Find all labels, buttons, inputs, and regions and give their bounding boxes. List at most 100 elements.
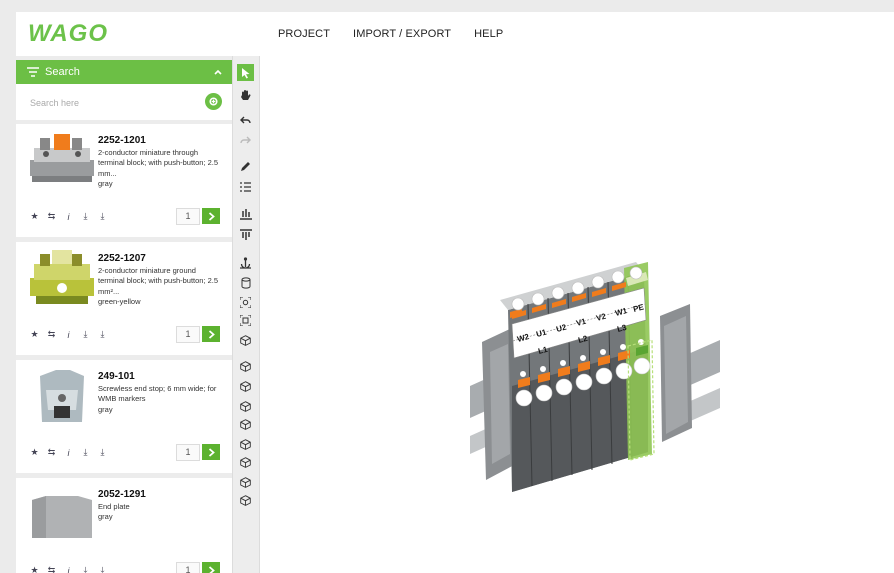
part-number: 2052-1291 (98, 489, 146, 500)
cube-icon[interactable] (237, 492, 254, 509)
cube-icon[interactable] (237, 436, 254, 453)
product-card[interactable]: 2252-1207 2-conductor miniature ground t… (16, 242, 232, 355)
product-card[interactable]: 249-101 Screwless end stop; 6 mm wide; f… (16, 360, 232, 473)
cube-icon[interactable] (237, 474, 254, 491)
cube-icon[interactable] (237, 332, 254, 349)
download-icon[interactable]: ⤓ (98, 565, 107, 573)
star-icon[interactable]: ★ (30, 329, 39, 339)
color-text: gray (98, 404, 113, 414)
product-description: End plate gray (98, 502, 222, 523)
add-to-project-button[interactable] (202, 208, 220, 224)
product-description: 2-conductor miniature through terminal b… (98, 148, 222, 189)
star-icon[interactable]: ★ (30, 565, 39, 573)
end-plate-thumbnail (32, 496, 92, 538)
description-text: 2-conductor miniature ground terminal bl… (98, 266, 219, 296)
description-text: End plate (98, 502, 130, 511)
tool-palette (232, 56, 260, 573)
end-stop-thumbnail (40, 370, 84, 422)
menu-import-export[interactable]: IMPORT / EXPORT (353, 28, 451, 40)
list-icon[interactable] (237, 178, 254, 195)
search-box (16, 84, 232, 120)
description-text: 2-conductor miniature through terminal b… (98, 148, 219, 178)
cube-icon[interactable] (237, 398, 254, 415)
repeat-icon[interactable]: ⇆ (47, 447, 56, 457)
filter-icon (27, 67, 39, 77)
logo-text: WAGO (28, 20, 108, 47)
quantity-field[interactable]: 1 (176, 208, 200, 225)
download-icon[interactable]: ⤓ (81, 211, 90, 221)
card-actions: ★ ⇆ i ⤓ ⤓ (30, 447, 107, 458)
pen-icon[interactable] (237, 158, 254, 175)
card-actions: ★ ⇆ i ⤓ ⤓ (30, 565, 107, 573)
wago-logo[interactable]: WAGO (28, 20, 108, 47)
terminal-block-assembly: W2 U1 U2 V1 V2 W1 PE L1 L2 L3 (470, 262, 720, 492)
top-navigation-bar: WAGO PROJECT IMPORT / EXPORT HELP (16, 12, 894, 57)
cube-icon[interactable] (237, 378, 254, 395)
search-header-label: Search (45, 66, 80, 78)
main-menu: PROJECT IMPORT / EXPORT HELP (278, 12, 503, 56)
download-icon[interactable]: ⤓ (81, 447, 90, 457)
description-text: Screwless end stop; 6 mm wide; for WMB m… (98, 384, 217, 404)
3d-viewport[interactable]: W2 U1 U2 V1 V2 W1 PE L1 L2 L3 (260, 56, 894, 573)
quantity-field[interactable]: 1 (176, 444, 200, 461)
info-icon[interactable]: i (64, 330, 73, 340)
part-number: 249-101 (98, 371, 135, 382)
repeat-icon[interactable]: ⇆ (47, 329, 56, 339)
redo-icon[interactable] (237, 132, 254, 149)
align-bottom-icon[interactable] (237, 206, 254, 223)
add-to-project-button[interactable] (202, 326, 220, 342)
app-window: WAGO PROJECT IMPORT / EXPORT HELP Search (16, 12, 894, 573)
frame-icon[interactable] (237, 312, 254, 329)
quantity-field[interactable]: 1 (176, 326, 200, 343)
chevron-right-icon (208, 565, 215, 573)
anchor-icon[interactable] (237, 254, 254, 271)
search-button[interactable] (205, 93, 222, 110)
color-text: gray (98, 178, 113, 188)
download-icon[interactable]: ⤓ (81, 565, 90, 573)
undo-icon[interactable] (237, 112, 254, 129)
info-icon[interactable]: i (64, 448, 73, 458)
download-icon[interactable]: ⤓ (98, 447, 107, 457)
hand-icon[interactable] (237, 86, 254, 103)
product-card[interactable]: 2252-1201 2-conductor miniature through … (16, 124, 232, 237)
cylinder-icon[interactable] (237, 274, 254, 291)
product-card[interactable]: 2052-1291 End plate gray ★ ⇆ i ⤓ ⤓ 1 (16, 478, 232, 573)
star-icon[interactable]: ★ (30, 211, 39, 221)
chevron-right-icon (208, 211, 215, 221)
add-to-project-button[interactable] (202, 562, 220, 573)
star-icon[interactable]: ★ (30, 447, 39, 457)
align-top-icon[interactable] (237, 226, 254, 243)
ground-terminal-thumbnail (30, 250, 94, 304)
product-description: Screwless end stop; 6 mm wide; for WMB m… (98, 384, 222, 415)
search-icon (209, 97, 218, 106)
info-icon[interactable]: i (64, 212, 73, 222)
download-icon[interactable]: ⤓ (98, 329, 107, 339)
search-panel-header[interactable]: Search (16, 60, 232, 84)
card-actions: ★ ⇆ i ⤓ ⤓ (30, 329, 107, 340)
chevron-up-icon[interactable] (214, 67, 222, 78)
chevron-right-icon (208, 329, 215, 339)
download-icon[interactable]: ⤓ (98, 211, 107, 221)
cube-icon[interactable] (237, 454, 254, 471)
add-to-project-button[interactable] (202, 444, 220, 460)
search-input[interactable] (30, 95, 190, 111)
menu-project[interactable]: PROJECT (278, 28, 330, 40)
download-icon[interactable]: ⤓ (81, 329, 90, 339)
focus-icon[interactable] (237, 294, 254, 311)
info-icon[interactable]: i (64, 566, 73, 573)
chevron-right-icon (208, 447, 215, 457)
repeat-icon[interactable]: ⇆ (47, 565, 56, 573)
pointer-icon[interactable] (237, 64, 254, 81)
menu-help[interactable]: HELP (474, 28, 503, 40)
cube-icon[interactable] (237, 358, 254, 375)
product-description: 2-conductor miniature ground terminal bl… (98, 266, 222, 307)
cube-icon[interactable] (237, 416, 254, 433)
color-text: green-yellow (98, 296, 141, 306)
terminal-block-thumbnail (30, 134, 94, 182)
quantity-field[interactable]: 1 (176, 562, 200, 573)
repeat-icon[interactable]: ⇆ (47, 211, 56, 221)
card-actions: ★ ⇆ i ⤓ ⤓ (30, 211, 107, 222)
product-panel: Search 2252-1201 2-cond (16, 56, 232, 573)
part-number: 2252-1201 (98, 135, 146, 146)
part-number: 2252-1207 (98, 253, 146, 264)
